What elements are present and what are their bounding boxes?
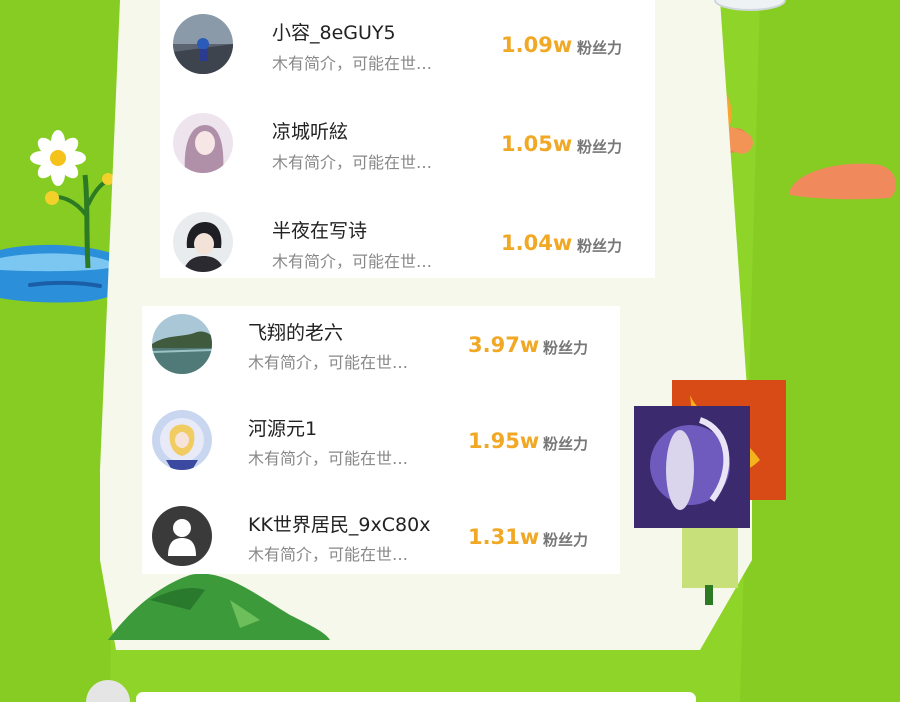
list-item[interactable]: KK世界居民_9xC80x 木有简介，可能在世… 1.31w 粉丝力 — [142, 498, 620, 594]
fans-power-value: 1.31w — [468, 525, 540, 549]
user-name[interactable]: 半夜在写诗 — [272, 216, 367, 243]
leaderboard-card-top: 小容_8eGUY5 木有简介，可能在世… 1.09w 粉丝力 凉城听絃 木有简介… — [160, 0, 655, 278]
avatar[interactable] — [152, 314, 212, 374]
fans-power-label: 粉丝力 — [543, 339, 589, 357]
next-section-edge — [136, 692, 696, 702]
fans-power-value: 1.09w — [501, 33, 573, 57]
fans-power-label: 粉丝力 — [577, 237, 623, 255]
avatar[interactable] — [173, 212, 233, 272]
fans-power-value: 1.05w — [501, 132, 573, 156]
fans-power-label: 粉丝力 — [577, 138, 623, 156]
user-bio: 木有简介，可能在世… — [248, 545, 409, 564]
fans-power-value: 1.04w — [501, 231, 573, 255]
user-bio: 木有简介，可能在世… — [272, 252, 433, 271]
user-name[interactable]: 凉城听絃 — [272, 117, 348, 144]
list-item[interactable]: 飞翔的老六 木有简介，可能在世… 3.97w 粉丝力 — [142, 306, 620, 402]
user-name[interactable]: 小容_8eGUY5 — [272, 18, 396, 45]
fans-power-value: 1.95w — [468, 429, 540, 453]
fans-power-label: 粉丝力 — [543, 531, 589, 549]
list-item[interactable]: 河源元1 木有简介，可能在世… 1.95w 粉丝力 — [142, 402, 620, 498]
avatar[interactable] — [173, 113, 233, 173]
user-name[interactable]: 飞翔的老六 — [248, 318, 343, 345]
user-bio: 木有简介，可能在世… — [248, 449, 409, 468]
user-bio: 木有简介，可能在世… — [272, 153, 433, 172]
user-bio: 木有简介，可能在世… — [272, 54, 433, 73]
user-name[interactable]: 河源元1 — [248, 414, 317, 441]
fans-power-value: 3.97w — [468, 333, 540, 357]
avatar[interactable] — [173, 14, 233, 74]
leaderboard-card-bottom: 飞翔的老六 木有简介，可能在世… 3.97w 粉丝力 河源元1 木有简介，可能在… — [142, 306, 620, 574]
list-item[interactable]: 小容_8eGUY5 木有简介，可能在世… 1.09w 粉丝力 — [160, 0, 655, 96]
user-name[interactable]: KK世界居民_9xC80x — [248, 510, 430, 537]
list-item[interactable]: 半夜在写诗 木有简介，可能在世… 1.04w 粉丝力 — [160, 198, 655, 294]
fans-power-label: 粉丝力 — [543, 435, 589, 453]
user-bio: 木有简介，可能在世… — [248, 353, 409, 372]
avatar[interactable] — [152, 410, 212, 470]
list-item[interactable]: 凉城听絃 木有简介，可能在世… 1.05w 粉丝力 — [160, 99, 655, 195]
fans-power-label: 粉丝力 — [577, 39, 623, 57]
avatar[interactable] — [152, 506, 212, 566]
